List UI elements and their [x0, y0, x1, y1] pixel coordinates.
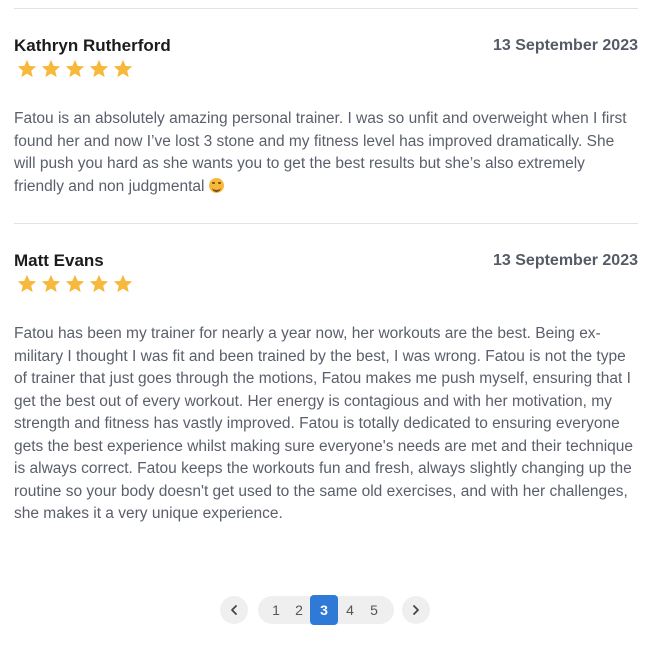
star-icon [41, 59, 61, 78]
reviewer-name: Kathryn Rutherford [14, 36, 171, 55]
star-icon [89, 274, 109, 293]
divider-top [14, 8, 638, 9]
star-icon [113, 59, 133, 78]
page-button-3-current[interactable]: 3 [310, 595, 338, 625]
star-icon [65, 59, 85, 78]
page-button-2[interactable]: 2 [287, 596, 311, 624]
star-icon [41, 274, 61, 293]
review-date: 13 September 2023 [493, 252, 638, 269]
chevron-right-icon [413, 605, 419, 615]
star-icon [89, 59, 109, 78]
review-card: Matt Evans 13 September 2023 Fatou has b… [14, 251, 638, 551]
star-icon [17, 274, 37, 293]
page-button-4[interactable]: 4 [338, 596, 362, 624]
review-text: Fatou is an absolutely amazing personal … [14, 108, 638, 198]
page-number-group: 1 2 3 4 5 [258, 595, 394, 625]
star-icon [113, 274, 133, 293]
star-rating [16, 273, 134, 295]
prev-page-button[interactable] [220, 596, 248, 624]
review-text-body: Fatou is an absolutely amazing personal … [14, 110, 627, 195]
page-button-1[interactable]: 1 [264, 596, 288, 624]
review-card: Kathryn Rutherford 13 September 2023 Fat… [14, 36, 638, 206]
review-text: Fatou has been my trainer for nearly a y… [14, 325, 634, 522]
star-rating [16, 58, 134, 80]
star-icon [17, 59, 37, 78]
review-date: 13 September 2023 [493, 37, 638, 54]
smiling-face-emoji-icon [208, 177, 224, 193]
divider-middle [14, 223, 638, 224]
star-icon [65, 274, 85, 293]
page-button-5[interactable]: 5 [362, 596, 386, 624]
chevron-left-icon [231, 605, 237, 615]
next-page-button[interactable] [402, 596, 430, 624]
reviewer-name: Matt Evans [14, 251, 104, 270]
